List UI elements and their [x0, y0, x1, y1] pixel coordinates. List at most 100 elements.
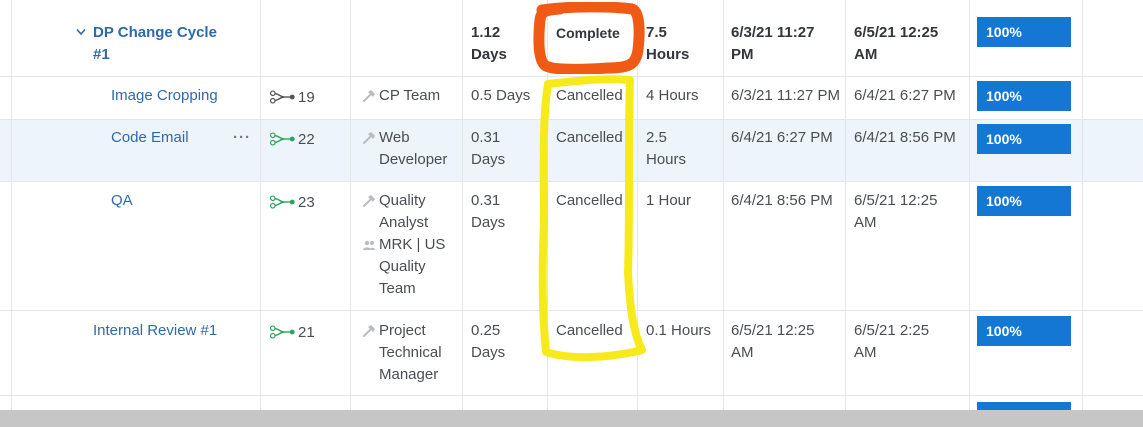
team-l3[interactable]: Team: [379, 278, 416, 300]
cell-divider: [1082, 77, 1083, 119]
task-name[interactable]: DP Change Cycle: [93, 22, 217, 44]
cell-divider: [11, 182, 12, 310]
percent-complete-bar-partial[interactable]: [977, 402, 1071, 410]
percent-complete-bar[interactable]: 100%: [977, 17, 1071, 47]
role-l2[interactable]: Technical: [379, 342, 442, 364]
status-cancelled[interactable]: Cancelled: [556, 85, 623, 107]
cell-divider: [11, 396, 12, 410]
cell-divider: [1082, 311, 1083, 395]
start-date: 6/4/21 6:27 PM: [731, 129, 833, 146]
predecessor[interactable]: 22: [270, 129, 315, 149]
more-options-icon[interactable]: ···: [233, 127, 251, 149]
end-date-l2: AM: [854, 344, 877, 361]
task-row[interactable]: QA 23 Quality Analyst MRK | US Quality T…: [0, 182, 1143, 311]
start-date: 6/4/21 8:56 PM: [731, 192, 833, 209]
end-date: 6/5/21 12:25: [854, 192, 938, 209]
cell-divider: [637, 396, 638, 410]
task-row-selected[interactable]: Code Email ··· 22 Web Developer 0.31 Day…: [0, 120, 1143, 182]
duration-unit: Days: [471, 214, 506, 231]
cell-divider: [637, 182, 638, 310]
task-grid: DP Change Cycle #1 1.12 Days Complete 7.…: [0, 0, 1143, 410]
role[interactable]: Web: [379, 127, 410, 149]
role[interactable]: Project: [379, 320, 426, 342]
task-name[interactable]: Code Email: [111, 127, 189, 149]
cell-divider: [350, 0, 351, 76]
task-name[interactable]: Image Cropping: [111, 85, 218, 107]
predecessor-number: 21: [298, 323, 315, 341]
task-row[interactable]: Image Cropping 19 CP Team 0.5 Days Cance…: [0, 77, 1143, 120]
predecessor-number: 19: [298, 88, 315, 106]
predecessor[interactable]: 21: [270, 322, 315, 342]
duration: 0.31: [471, 129, 501, 146]
percent-complete-bar[interactable]: 100%: [977, 124, 1071, 154]
cell-divider: [11, 77, 12, 119]
role-icon: [362, 324, 376, 338]
predecessor-icon: [270, 324, 296, 340]
role-l2[interactable]: Developer: [379, 149, 447, 171]
cell-divider: [723, 77, 724, 119]
duration-unit: Days: [471, 344, 506, 361]
task-row-partial[interactable]: [0, 396, 1143, 410]
cell-divider: [350, 311, 351, 395]
start-date-l2: PM: [731, 46, 754, 63]
cell-divider: [845, 0, 846, 76]
cell-divider: [462, 311, 463, 395]
horizontal-scrollbar[interactable]: [0, 410, 1143, 427]
cell-divider: [350, 120, 351, 181]
percent-complete-bar[interactable]: 100%: [977, 316, 1071, 346]
cell-divider: [969, 120, 970, 181]
start-date-l2: AM: [731, 344, 754, 361]
task-row[interactable]: Internal Review #1 21 Project Technical …: [0, 311, 1143, 396]
cell-divider: [845, 77, 846, 119]
duration-unit: Days: [471, 151, 506, 168]
duration: 0.5 Days: [471, 87, 531, 104]
end-date: 6/4/21 8:56 PM: [854, 129, 956, 146]
cell-divider: [547, 182, 548, 310]
team-l2[interactable]: Quality: [379, 256, 426, 278]
predecessor[interactable]: 23: [270, 192, 315, 212]
cell-divider: [969, 311, 970, 395]
cell-divider: [723, 182, 724, 310]
cell-divider: [637, 311, 638, 395]
role-l3[interactable]: Manager: [379, 364, 438, 386]
end-date: 6/5/21 12:25: [854, 24, 939, 41]
cell-divider: [350, 182, 351, 310]
cell-divider: [547, 311, 548, 395]
predecessor-number: 22: [298, 130, 315, 148]
cell-divider: [260, 120, 261, 181]
end-date-l2: AM: [854, 46, 878, 63]
cell-divider: [845, 182, 846, 310]
chevron-down-icon[interactable]: [76, 28, 86, 36]
status-cancelled[interactable]: Cancelled: [556, 190, 623, 212]
task-name[interactable]: Internal Review #1: [93, 320, 217, 342]
percent-complete-bar[interactable]: 100%: [977, 186, 1071, 216]
cell-divider: [11, 0, 12, 76]
planned-hours: 4 Hours: [646, 87, 699, 104]
role[interactable]: CP Team: [379, 85, 440, 107]
percent-complete-bar[interactable]: 100%: [977, 81, 1071, 111]
task-name[interactable]: QA: [111, 190, 133, 212]
team[interactable]: MRK | US: [379, 234, 445, 256]
duration-unit: Days: [471, 46, 507, 63]
planned-hours-unit: Hours: [646, 46, 690, 63]
planned-hours-unit: Hours: [646, 151, 687, 168]
cell-divider: [723, 0, 724, 76]
role[interactable]: Quality: [379, 190, 426, 212]
cell-divider: [969, 396, 970, 410]
planned-hours: 0.1 Hours: [646, 322, 712, 339]
cell-divider: [1082, 120, 1083, 181]
role-l2[interactable]: Analyst: [379, 212, 428, 234]
task-name-line2[interactable]: #1: [93, 44, 110, 66]
cell-divider: [547, 0, 548, 76]
cell-divider: [350, 77, 351, 119]
status-cancelled[interactable]: Cancelled: [556, 320, 623, 342]
cell-divider: [462, 77, 463, 119]
cell-divider: [11, 120, 12, 181]
cell-divider: [260, 0, 261, 76]
cell-divider: [637, 0, 638, 76]
status-complete[interactable]: Complete: [556, 22, 620, 44]
predecessor[interactable]: 19: [270, 87, 315, 107]
task-row-parent[interactable]: DP Change Cycle #1 1.12 Days Complete 7.…: [0, 0, 1143, 77]
status-cancelled[interactable]: Cancelled: [556, 127, 623, 149]
cell-divider: [260, 396, 261, 410]
